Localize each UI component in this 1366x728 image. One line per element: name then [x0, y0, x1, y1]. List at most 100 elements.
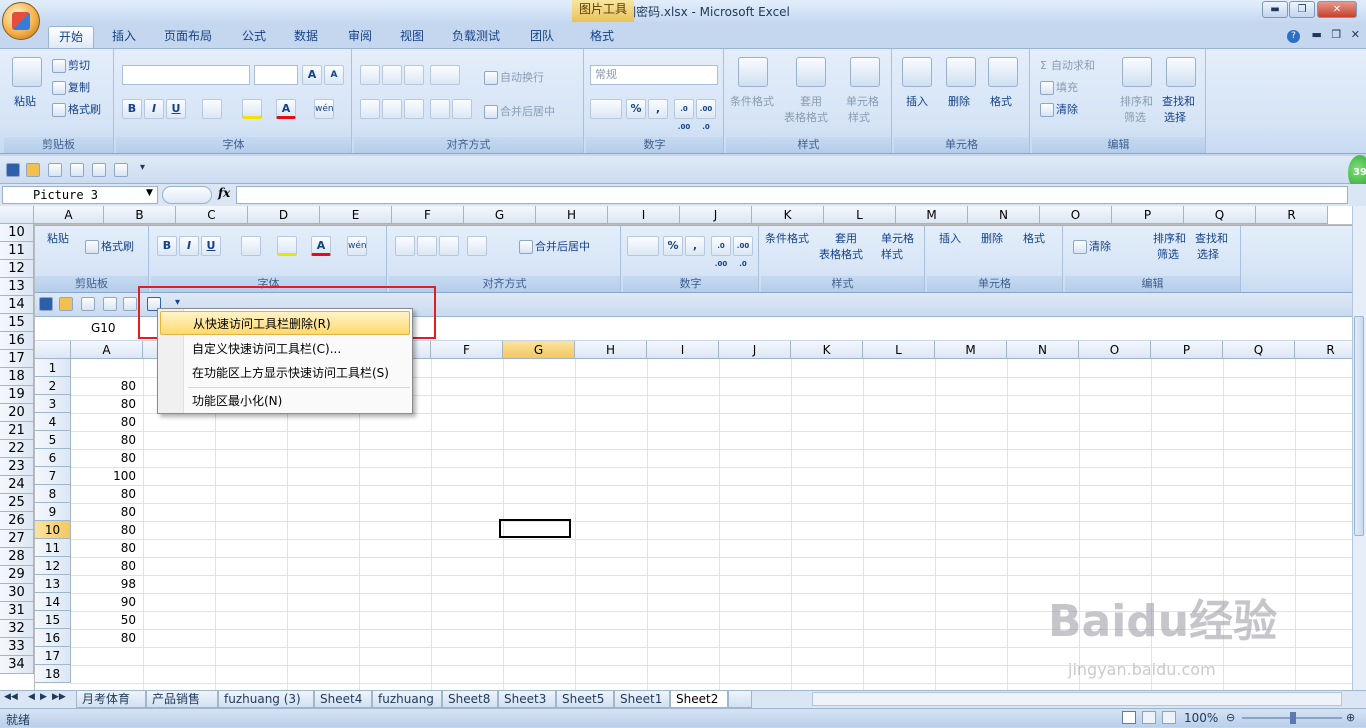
function-icon[interactable]: fx — [218, 186, 230, 200]
fill-button[interactable]: 填充 — [1040, 79, 1078, 95]
ribbon-minimize-icon[interactable]: ▬ — [1312, 28, 1322, 41]
autosum-button[interactable]: Σ 自动求和 — [1040, 57, 1095, 73]
column-header-d[interactable]: D — [248, 206, 320, 224]
select-all-corner[interactable] — [0, 206, 34, 224]
cut-button[interactable]: 剪切 — [52, 57, 90, 73]
fill-color-icon[interactable] — [242, 99, 262, 119]
tab-team[interactable]: 团队 — [520, 26, 564, 48]
row-header-15[interactable]: 15 — [0, 314, 34, 332]
row-header-24[interactable]: 24 — [0, 476, 34, 494]
column-header-g[interactable]: G — [464, 206, 536, 224]
align-center-icon[interactable] — [382, 99, 402, 119]
horizontal-scrollbar[interactable] — [812, 692, 1342, 706]
table-format-icon[interactable] — [796, 57, 826, 87]
row-header-27[interactable]: 27 — [0, 530, 34, 548]
align-bottom-icon[interactable] — [404, 65, 424, 85]
paste-icon[interactable] — [12, 57, 42, 87]
cell-styles-line2[interactable]: 样式 — [848, 109, 870, 125]
column-header-j[interactable]: J — [680, 206, 752, 224]
row-header-19[interactable]: 19 — [0, 386, 34, 404]
table-format-line1[interactable]: 套用 — [800, 93, 822, 109]
clear-button[interactable]: 清除 — [1040, 101, 1078, 117]
row-header-20[interactable]: 20 — [0, 404, 34, 422]
formula-input[interactable] — [236, 186, 1348, 204]
column-header-a[interactable]: A — [34, 206, 104, 224]
phonetic-button[interactable]: wén — [314, 99, 334, 119]
align-left-icon[interactable] — [360, 99, 380, 119]
office-button[interactable] — [2, 2, 40, 40]
copy-button[interactable]: 复制 — [52, 79, 90, 95]
column-header-n[interactable]: N — [968, 206, 1040, 224]
font-size-dropdown[interactable] — [254, 65, 298, 85]
font-color-button[interactable]: A — [276, 99, 296, 119]
number-format-dropdown[interactable]: 常规 — [590, 65, 718, 85]
column-header-f[interactable]: F — [392, 206, 464, 224]
sort-filter-line1[interactable]: 排序和 — [1120, 93, 1153, 109]
next-sheet-icon[interactable]: ▶ — [40, 692, 47, 702]
row-header-34[interactable]: 34 — [0, 656, 34, 674]
vertical-scroll-thumb[interactable] — [1354, 316, 1364, 536]
row-header-11[interactable]: 11 — [0, 242, 34, 260]
first-sheet-icon[interactable]: ◀◀ — [4, 692, 18, 702]
italic-button[interactable]: I — [144, 99, 164, 119]
zoom-level[interactable]: 100% — [1184, 711, 1218, 725]
font-name-dropdown[interactable] — [122, 65, 250, 85]
column-header-h[interactable]: H — [536, 206, 608, 224]
format-painter-button[interactable]: 格式刷 — [52, 101, 101, 117]
decrease-indent-icon[interactable] — [430, 99, 450, 119]
column-header-m[interactable]: M — [896, 206, 968, 224]
row-header-13[interactable]: 13 — [0, 278, 34, 296]
page-layout-view-icon[interactable] — [1142, 711, 1156, 724]
sort-filter-line2[interactable]: 筛选 — [1124, 109, 1146, 125]
format-cells-icon[interactable] — [988, 57, 1018, 87]
tab-view[interactable]: 视图 — [390, 26, 434, 48]
align-top-icon[interactable] — [360, 65, 380, 85]
sheet-tab-[interactable]: 月考体育 — [76, 691, 146, 708]
ribbon-close-icon[interactable]: ✕ — [1351, 28, 1360, 41]
decrease-decimal-button[interactable]: .00 .0 — [696, 99, 716, 131]
column-header-l[interactable]: L — [824, 206, 896, 224]
delete-cells-icon[interactable] — [946, 57, 976, 87]
insert-cells-button[interactable]: 插入 — [906, 93, 928, 109]
percent-button[interactable]: % — [626, 99, 646, 119]
comma-button[interactable]: , — [648, 99, 668, 119]
bold-button[interactable]: B — [122, 99, 142, 119]
page-break-view-icon[interactable] — [1162, 711, 1176, 724]
row-header-10[interactable]: 10 — [0, 224, 34, 242]
zoom-slider-thumb[interactable] — [1290, 712, 1296, 724]
row-header-33[interactable]: 33 — [0, 638, 34, 656]
align-middle-icon[interactable] — [382, 65, 402, 85]
menu-item-remove-from-qat[interactable]: 从快速访问工具栏删除(R) — [160, 311, 410, 335]
column-header-c[interactable]: C — [176, 206, 248, 224]
sheet-tab-sheet1[interactable]: Sheet1 — [614, 691, 670, 708]
open-icon[interactable] — [26, 163, 40, 177]
row-header-17[interactable]: 17 — [0, 350, 34, 368]
prev-sheet-icon[interactable]: ◀ — [28, 692, 35, 702]
freeze-icon[interactable] — [92, 163, 106, 177]
sheet-tab-sheet8[interactable]: Sheet8 — [442, 691, 498, 708]
column-header-p[interactable]: P — [1112, 206, 1184, 224]
last-sheet-icon[interactable]: ▶▶ — [52, 692, 66, 702]
column-header-k[interactable]: K — [752, 206, 824, 224]
tab-formulas[interactable]: 公式 — [232, 26, 276, 48]
row-header-26[interactable]: 26 — [0, 512, 34, 530]
help-window-controls[interactable]: ? ▬ ❐ ✕ — [1287, 28, 1360, 43]
row-header-23[interactable]: 23 — [0, 458, 34, 476]
tab-data[interactable]: 数据 — [284, 26, 328, 48]
format-cells-button[interactable]: 格式 — [990, 93, 1012, 109]
orientation-icon[interactable] — [430, 65, 460, 85]
help-icon[interactable]: ? — [1287, 30, 1300, 43]
row-header-16[interactable]: 16 — [0, 332, 34, 350]
customize-icon[interactable] — [114, 163, 128, 177]
qat-dropdown-icon[interactable]: ▾ — [140, 162, 145, 173]
increase-indent-icon[interactable] — [452, 99, 472, 119]
row-header-14[interactable]: 14 — [0, 296, 34, 314]
row-header-12[interactable]: 12 — [0, 260, 34, 278]
print-preview-icon[interactable] — [70, 163, 84, 177]
row-header-22[interactable]: 22 — [0, 440, 34, 458]
shrink-font-button[interactable]: A — [324, 65, 344, 85]
tab-format[interactable]: 格式 — [580, 26, 624, 48]
minimize-button[interactable]: ▬ — [1262, 1, 1288, 18]
row-header-28[interactable]: 28 — [0, 548, 34, 566]
sheet-tab-[interactable]: 产品销售 — [146, 691, 218, 708]
